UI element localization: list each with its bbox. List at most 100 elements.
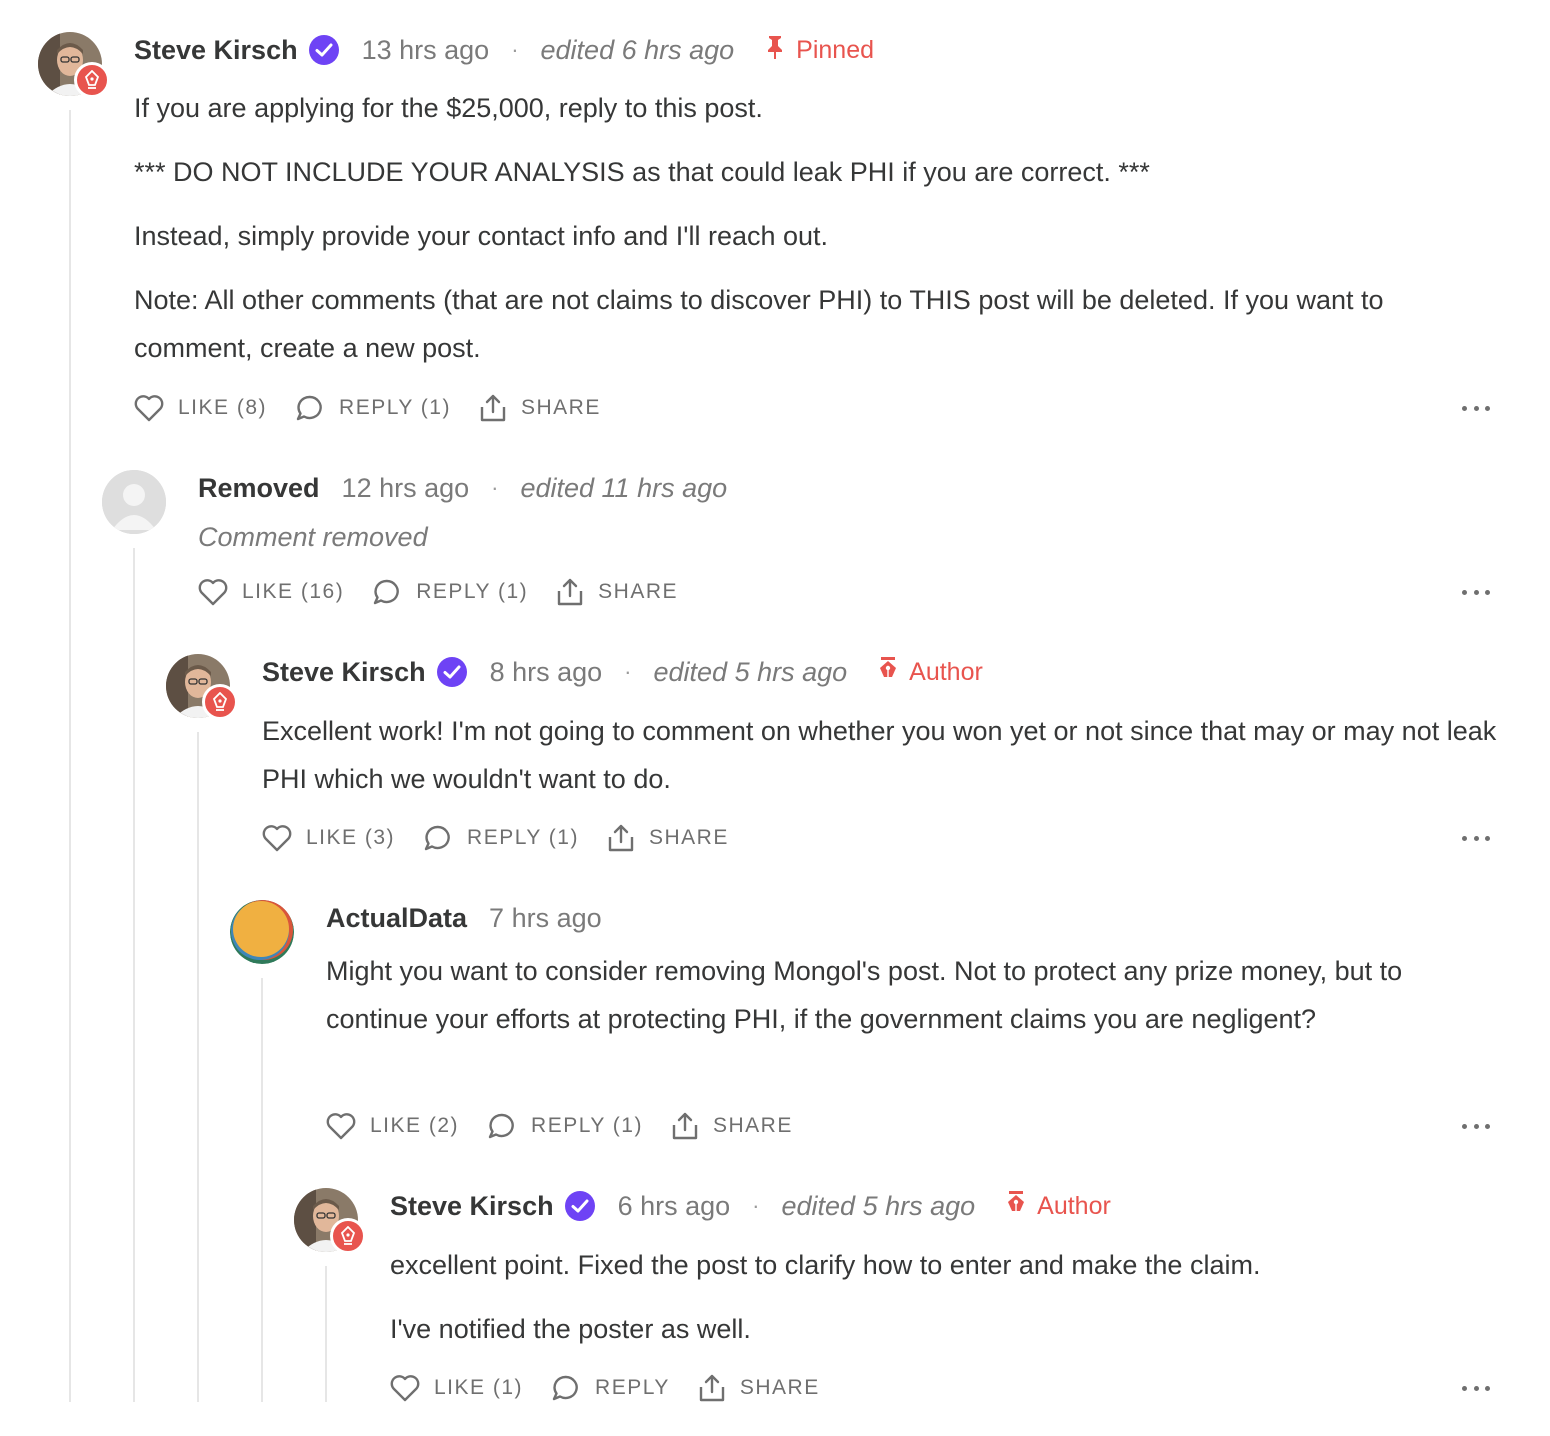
heart-icon <box>134 395 164 422</box>
share-icon <box>699 1374 725 1402</box>
verified-badge-icon <box>564 1190 596 1222</box>
comment-body: Comment removed <box>198 513 1494 577</box>
reply-button[interactable]: REPLY <box>551 1374 670 1402</box>
share-label: SHARE <box>739 1376 820 1399</box>
comment-removed-text: Comment removed <box>198 522 428 552</box>
share-button[interactable]: SHARE <box>479 393 601 423</box>
pinned-label: Pinned <box>796 35 875 64</box>
comment-paragraph: *** DO NOT INCLUDE YOUR ANALYSIS as that… <box>134 157 1150 187</box>
heart-icon <box>390 1375 420 1402</box>
thread-line <box>197 732 199 1402</box>
pen-nib-icon <box>74 62 110 98</box>
more-options-icon[interactable] <box>1462 1121 1490 1131</box>
author-name[interactable]: Steve Kirsch <box>134 35 298 66</box>
avatar[interactable] <box>294 1188 366 1254</box>
like-button[interactable]: LIKE (16) <box>198 578 344 606</box>
share-button[interactable]: SHARE <box>607 823 729 853</box>
reply-button[interactable]: REPLY (1) <box>423 824 579 852</box>
pen-nib-icon <box>877 656 899 689</box>
author-label: Author <box>1037 1191 1111 1220</box>
avatar[interactable] <box>102 470 166 534</box>
share-button[interactable]: SHARE <box>698 1373 820 1403</box>
edited-label: edited 5 hrs ago <box>781 1190 976 1221</box>
author-name[interactable]: Steve Kirsch <box>262 657 426 688</box>
comment-body: If you are applying for the $25,000, rep… <box>134 84 1494 388</box>
separator: · <box>752 1193 760 1218</box>
like-label: LIKE (2) <box>370 1114 460 1137</box>
edited-label: edited 5 hrs ago <box>653 656 848 687</box>
comment-paragraph: excellent point. Fixed the post to clari… <box>390 1250 1261 1280</box>
separator: · <box>624 659 632 684</box>
comment-paragraph: Note: All other comments (that are not c… <box>134 285 1384 363</box>
reply-button[interactable]: REPLY (1) <box>295 394 451 422</box>
thread-line <box>69 110 71 1402</box>
pinned-badge: Pinned <box>764 34 874 67</box>
comment-body: Excellent work! I'm not going to comment… <box>262 707 1502 819</box>
comment-paragraph: If you are applying for the $25,000, rep… <box>134 93 763 123</box>
comment-body: Might you want to consider removing Mong… <box>326 947 1496 1059</box>
thread-line <box>325 1266 327 1402</box>
share-label: SHARE <box>520 396 601 419</box>
edited-label: edited 11 hrs ago <box>520 472 728 503</box>
avatar[interactable] <box>166 654 238 720</box>
timestamp[interactable]: 8 hrs ago <box>490 657 603 688</box>
like-label: LIKE (3) <box>306 826 396 849</box>
reply-label: REPLY (1) <box>416 580 529 603</box>
like-button[interactable]: LIKE (2) <box>326 1112 459 1140</box>
comment-paragraph: Excellent work! I'm not going to comment… <box>262 716 1497 794</box>
share-button[interactable]: SHARE <box>671 1111 793 1141</box>
pen-nib-icon <box>330 1218 366 1254</box>
reply-label: REPLY (1) <box>467 826 579 849</box>
heart-icon <box>326 1113 356 1140</box>
share-icon <box>672 1112 698 1140</box>
avatar[interactable] <box>230 900 294 964</box>
share-label: SHARE <box>648 826 729 849</box>
reply-label: REPLY (1) <box>531 1114 643 1137</box>
separator: · <box>511 37 519 62</box>
heart-icon <box>198 579 228 606</box>
reply-button[interactable]: REPLY (1) <box>487 1112 643 1140</box>
heart-icon <box>262 825 292 852</box>
pen-nib-icon <box>202 684 238 720</box>
speech-bubble-icon <box>424 825 450 851</box>
like-label: LIKE (8) <box>178 396 268 419</box>
comment-paragraph: Might you want to consider removing Mong… <box>326 956 1403 1034</box>
speech-bubble-icon <box>296 395 322 421</box>
speech-bubble-icon <box>488 1113 514 1139</box>
share-icon <box>557 578 583 606</box>
author-name[interactable]: Steve Kirsch <box>390 1191 554 1222</box>
author-badge: Author <box>1005 1190 1111 1223</box>
author-name[interactable]: Removed <box>198 473 320 504</box>
like-button[interactable]: LIKE (8) <box>134 394 267 422</box>
like-button[interactable]: LIKE (1) <box>390 1374 523 1402</box>
pen-nib-icon <box>1005 1190 1027 1223</box>
comment-paragraph: Instead, simply provide your contact inf… <box>134 221 829 251</box>
author-name[interactable]: ActualData <box>326 903 467 934</box>
share-button[interactable]: SHARE <box>556 577 678 607</box>
verified-badge-icon <box>308 34 340 66</box>
timestamp[interactable]: 13 hrs ago <box>362 35 490 66</box>
separator: · <box>491 475 499 500</box>
reply-button[interactable]: REPLY (1) <box>372 578 528 606</box>
share-icon <box>480 394 506 422</box>
timestamp[interactable]: 7 hrs ago <box>489 903 602 934</box>
avatar[interactable] <box>38 32 110 98</box>
more-options-icon[interactable] <box>1462 587 1490 597</box>
like-label: LIKE (1) <box>434 1376 524 1399</box>
more-options-icon[interactable] <box>1462 1383 1490 1393</box>
reply-label: REPLY <box>595 1376 670 1399</box>
share-icon <box>608 824 634 852</box>
more-options-icon[interactable] <box>1462 403 1490 413</box>
timestamp[interactable]: 6 hrs ago <box>618 1191 731 1222</box>
verified-badge-icon <box>436 656 468 688</box>
author-badge: Author <box>877 656 983 689</box>
share-label: SHARE <box>712 1114 793 1137</box>
timestamp[interactable]: 12 hrs ago <box>342 473 470 504</box>
reply-label: REPLY (1) <box>339 396 451 419</box>
more-options-icon[interactable] <box>1462 833 1490 843</box>
thread-line <box>261 978 263 1402</box>
like-button[interactable]: LIKE (3) <box>262 824 395 852</box>
speech-bubble-icon <box>552 1375 578 1401</box>
like-label: LIKE (16) <box>242 580 345 603</box>
author-label: Author <box>909 657 983 686</box>
